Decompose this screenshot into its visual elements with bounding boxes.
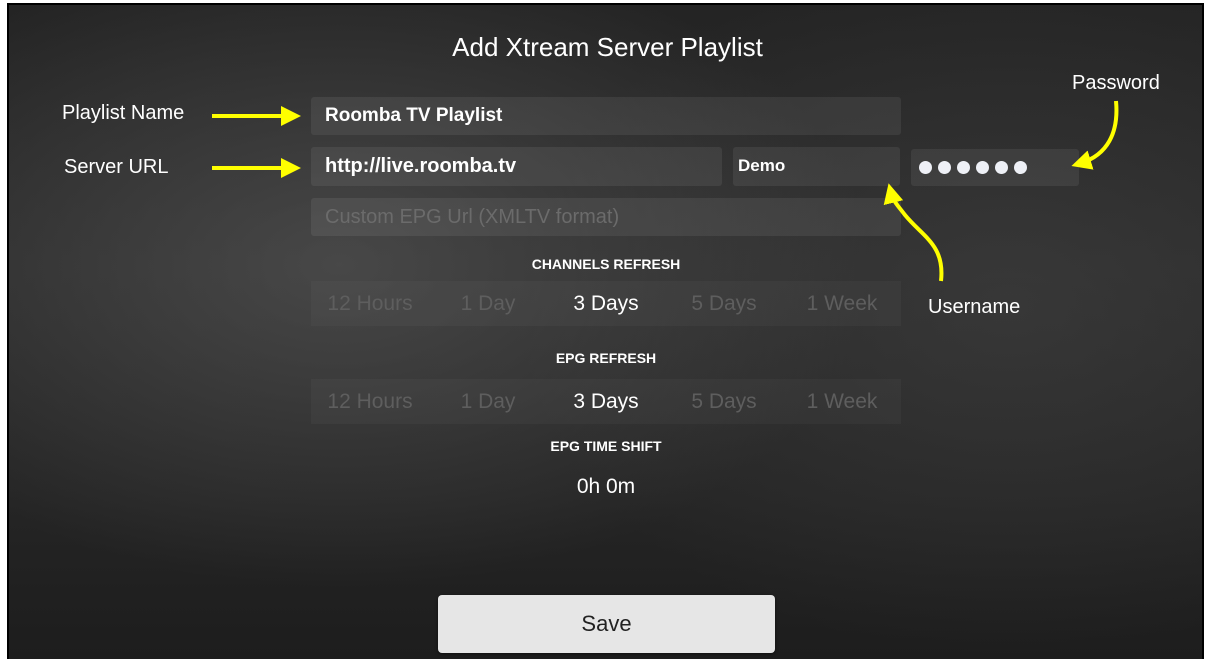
app-screen: Add Xtream Server Playlist Roomba TV Pla… [7,3,1204,659]
username-arrow [883,183,944,282]
annotation-arrows [212,100,1119,282]
password-arrow [1071,100,1119,170]
